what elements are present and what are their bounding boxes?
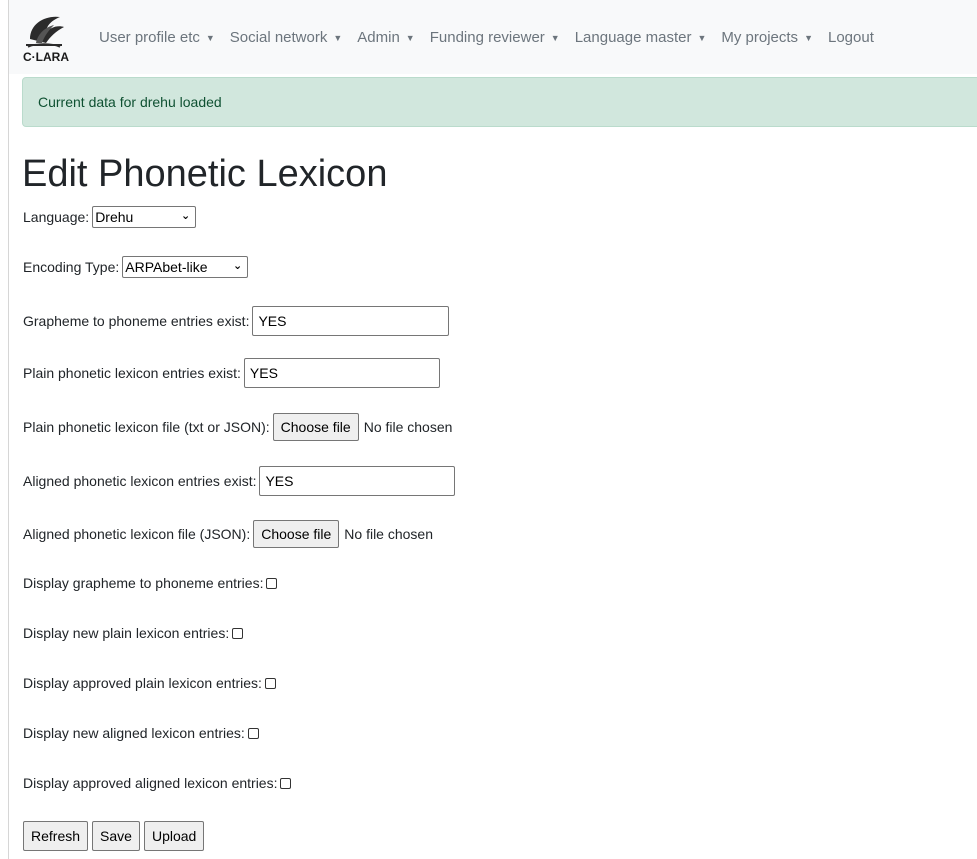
aligned-exist-row: Aligned phonetic lexicon entries exist: bbox=[23, 466, 456, 496]
page-title: Edit Phonetic Lexicon bbox=[22, 153, 388, 195]
clara-logo-icon: C·LARA bbox=[23, 16, 69, 64]
plain-exist-row: Plain phonetic lexicon entries exist: bbox=[23, 358, 440, 388]
aligned-exist-label: Aligned phonetic lexicon entries exist: bbox=[23, 473, 257, 489]
svg-text:C·LARA: C·LARA bbox=[23, 50, 69, 64]
aligned-file-row: Aligned phonetic lexicon file (JSON): Ch… bbox=[23, 520, 433, 548]
plain-file-label: Plain phonetic lexicon file (txt or JSON… bbox=[23, 419, 270, 435]
display-new-aligned-label: Display new aligned lexicon entries: bbox=[23, 725, 245, 741]
nav-logout[interactable]: Logout bbox=[828, 29, 874, 46]
nav-menu: User profile etc ▼ Social network ▼ Admin ▼… bbox=[99, 29, 889, 46]
chevron-down-icon: ▼ bbox=[804, 33, 813, 43]
display-new-plain-row: Display new plain lexicon entries: bbox=[23, 625, 244, 641]
encoding-row: Encoding Type: ARPAbet-like ⌄ bbox=[23, 256, 249, 278]
language-select[interactable]: Drehu bbox=[92, 206, 197, 228]
aligned-exist-input[interactable] bbox=[259, 466, 456, 496]
encoding-label: Encoding Type: bbox=[23, 259, 120, 275]
clara-logo[interactable]: C·LARA bbox=[13, 6, 79, 68]
action-buttons: Refresh Save Upload bbox=[23, 821, 208, 851]
g2p-exist-input[interactable] bbox=[252, 306, 450, 336]
chevron-down-icon: ▼ bbox=[333, 33, 343, 43]
display-new-aligned-row: Display new aligned lexicon entries: bbox=[23, 725, 259, 741]
display-g2p-checkbox[interactable] bbox=[266, 577, 278, 589]
upload-button[interactable]: Upload bbox=[143, 821, 205, 851]
chevron-down-icon: ▼ bbox=[697, 33, 707, 43]
display-g2p-label: Display grapheme to phoneme entries: bbox=[23, 575, 264, 591]
g2p-exist-label: Grapheme to phoneme entries exist: bbox=[23, 313, 250, 329]
nav-user-profile[interactable]: User profile etc ▼ bbox=[99, 29, 215, 46]
chevron-down-icon: ▼ bbox=[550, 33, 560, 43]
aligned-file-status: No file chosen bbox=[344, 526, 433, 542]
g2p-exist-row: Grapheme to phoneme entries exist: bbox=[23, 306, 450, 336]
chevron-down-icon: ▼ bbox=[405, 33, 415, 43]
save-button[interactable]: Save bbox=[92, 821, 140, 851]
plain-file-row: Plain phonetic lexicon file (txt or JSON… bbox=[23, 413, 452, 441]
refresh-button[interactable]: Refresh bbox=[23, 821, 89, 851]
page-left-border bbox=[8, 0, 9, 859]
success-alert: Current data for drehu loaded bbox=[22, 77, 977, 127]
nav-funding-reviewer[interactable]: Funding reviewer ▼ bbox=[430, 29, 560, 46]
display-new-aligned-checkbox[interactable] bbox=[247, 727, 259, 739]
plain-exist-input[interactable] bbox=[243, 358, 440, 388]
plain-file-choose-button[interactable]: Choose file bbox=[272, 413, 359, 441]
aligned-file-label: Aligned phonetic lexicon file (JSON): bbox=[23, 526, 251, 542]
language-select-wrap: Drehu ⌄ bbox=[92, 206, 197, 228]
encoding-select-wrap: ARPAbet-like ⌄ bbox=[122, 256, 249, 278]
aligned-file-choose-button[interactable]: Choose file bbox=[253, 520, 340, 548]
display-new-plain-checkbox[interactable] bbox=[232, 627, 244, 639]
navbar: C·LARA User profile etc ▼ Social network ▼… bbox=[9, 0, 977, 74]
display-approved-aligned-row: Display approved aligned lexicon entries… bbox=[23, 775, 292, 791]
display-approved-aligned-label: Display approved aligned lexicon entries… bbox=[23, 775, 278, 791]
encoding-select[interactable]: ARPAbet-like bbox=[122, 256, 249, 278]
display-approved-plain-label: Display approved plain lexicon entries: bbox=[23, 675, 262, 691]
nav-admin[interactable]: Admin ▼ bbox=[357, 29, 414, 46]
display-new-plain-label: Display new plain lexicon entries: bbox=[23, 625, 230, 641]
nav-social-network[interactable]: Social network ▼ bbox=[230, 29, 342, 46]
plain-exist-label: Plain phonetic lexicon entries exist: bbox=[23, 365, 241, 381]
chevron-down-icon: ▼ bbox=[205, 33, 215, 43]
alert-message: Current data for drehu loaded bbox=[38, 94, 222, 110]
display-approved-plain-checkbox[interactable] bbox=[264, 677, 276, 689]
plain-file-status: No file chosen bbox=[363, 419, 453, 435]
display-g2p-row: Display grapheme to phoneme entries: bbox=[23, 575, 278, 591]
display-approved-plain-row: Display approved plain lexicon entries: bbox=[23, 675, 276, 691]
nav-language-master[interactable]: Language master ▼ bbox=[575, 29, 707, 46]
language-row: Language: Drehu ⌄ bbox=[23, 206, 197, 228]
language-label: Language: bbox=[23, 209, 90, 225]
display-approved-aligned-checkbox[interactable] bbox=[280, 777, 292, 789]
nav-my-projects[interactable]: My projects ▼ bbox=[721, 29, 813, 46]
